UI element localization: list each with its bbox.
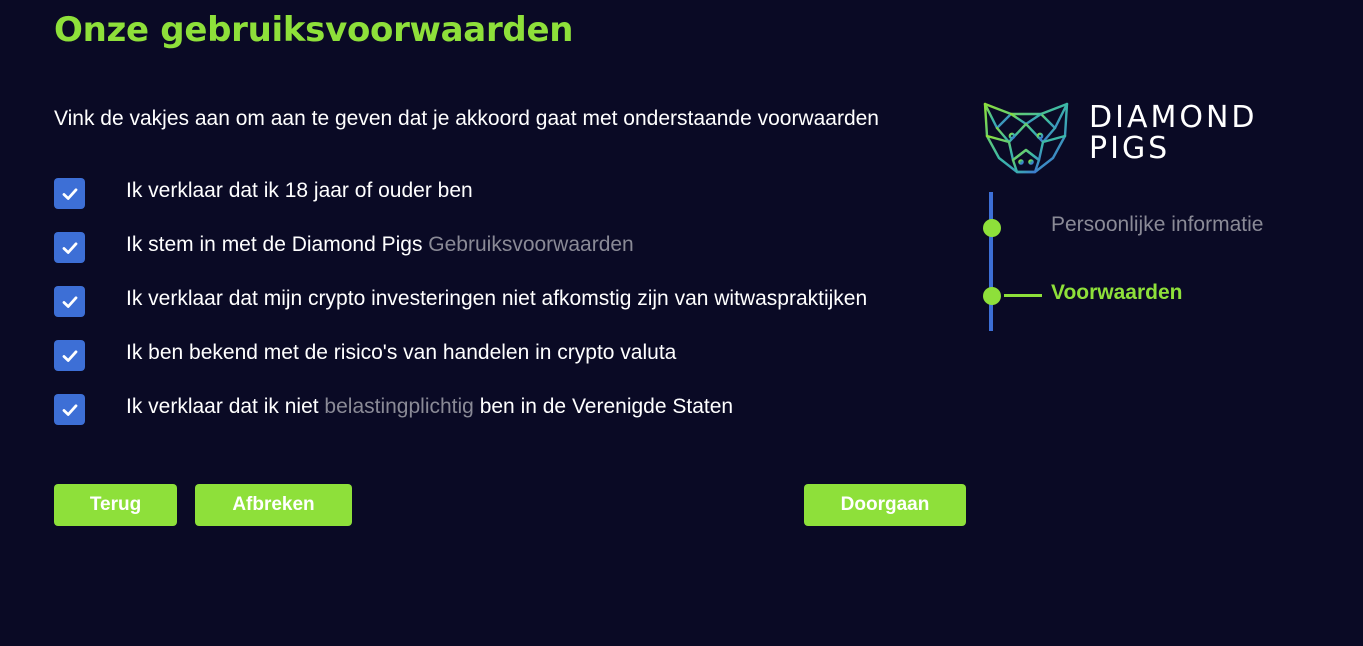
brand-name: DIAMOND PIGS: [1089, 100, 1258, 166]
checkmark-icon: [62, 403, 77, 416]
stepper-line: [989, 192, 993, 331]
active-step-connector: [1004, 294, 1042, 297]
terms-item-label: Ik verklaar dat mijn crypto investeringe…: [126, 287, 868, 310]
terms-item-money-laundering: Ik verklaar dat mijn crypto investeringe…: [54, 284, 867, 338]
checkmark-icon: [62, 295, 77, 308]
checkmark-icon: [62, 349, 77, 362]
page-title: Onze gebruiksvoorwaarden: [54, 10, 574, 50]
brand-logo: DIAMOND PIGS: [983, 102, 1258, 174]
age-checkbox[interactable]: [54, 178, 85, 209]
terms-checklist: Ik verklaar dat ik 18 jaar of ouder ben …: [54, 176, 867, 446]
step-dot-terms: [983, 287, 1001, 305]
terms-item-label: Ik stem in met de Diamond Pigs Gebruiksv…: [126, 233, 634, 256]
cancel-button[interactable]: Afbreken: [195, 484, 352, 526]
terms-of-use-link[interactable]: Gebruiksvoorwaarden: [428, 233, 633, 256]
terms-item-label: Ik verklaar dat ik niet belastingplichti…: [126, 395, 734, 418]
terms-item-agreement: Ik stem in met de Diamond Pigs Gebruiksv…: [54, 230, 867, 284]
back-button[interactable]: Terug: [54, 484, 177, 526]
step-dot-personal-info: [983, 219, 1001, 237]
terms-item-label: Ik verklaar dat ik 18 jaar of ouder ben: [126, 179, 473, 202]
agreement-checkbox[interactable]: [54, 232, 85, 263]
terms-item-us-tax: Ik verklaar dat ik niet belastingplichti…: [54, 392, 867, 446]
continue-button[interactable]: Doorgaan: [804, 484, 966, 526]
instruction-text: Vink de vakjes aan om aan te geven dat j…: [54, 107, 879, 130]
terms-item-risks: Ik ben bekend met de risico's van handel…: [54, 338, 867, 392]
step-terms[interactable]: Voorwaarden: [1051, 281, 1182, 305]
checkmark-icon: [62, 241, 77, 254]
tax-liable-link[interactable]: belastingplichtig: [324, 395, 473, 418]
risks-checkbox[interactable]: [54, 340, 85, 371]
money-laundering-checkbox[interactable]: [54, 286, 85, 317]
checkmark-icon: [62, 187, 77, 200]
terms-item-age: Ik verklaar dat ik 18 jaar of ouder ben: [54, 176, 867, 230]
diamond-pig-icon: [983, 102, 1069, 174]
us-tax-checkbox[interactable]: [54, 394, 85, 425]
step-personal-info[interactable]: Persoonlijke informatie: [1051, 213, 1263, 237]
terms-item-label: Ik ben bekend met de risico's van handel…: [126, 341, 677, 364]
